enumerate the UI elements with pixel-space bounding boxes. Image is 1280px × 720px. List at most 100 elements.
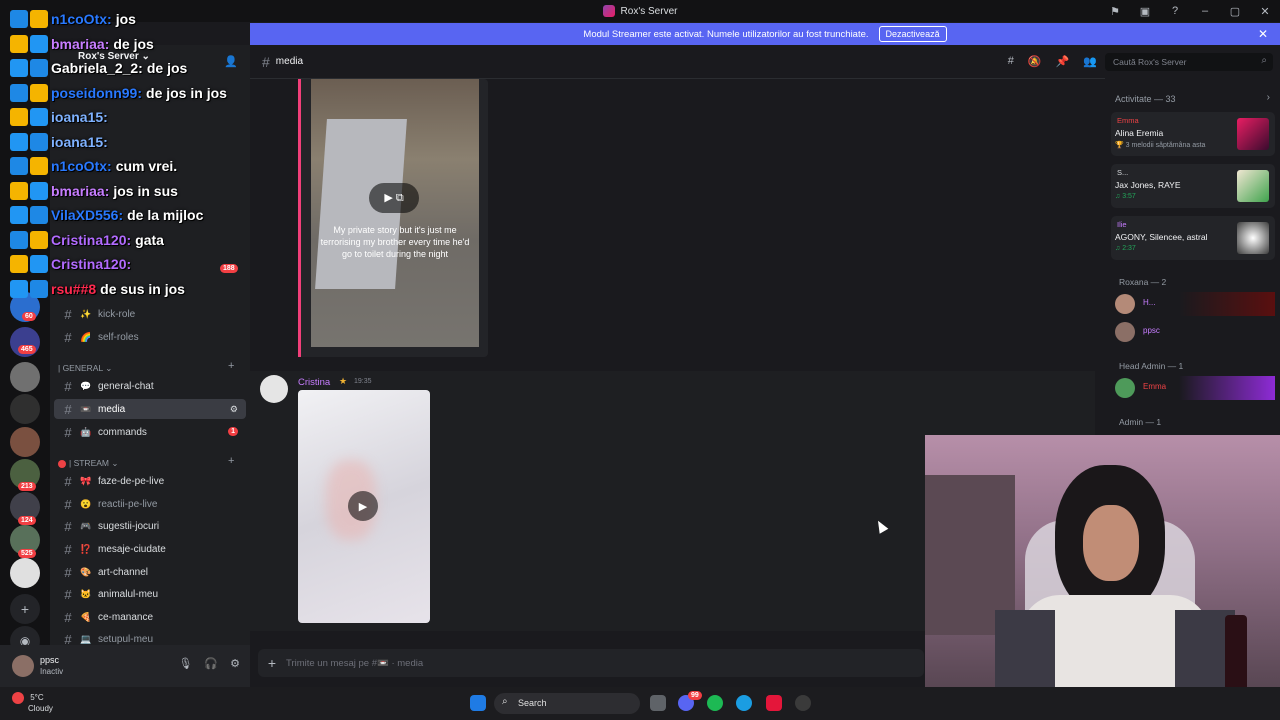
server-icon-3[interactable]	[10, 362, 40, 392]
stream-chat-overlay: n1coOtx: jos bmariaa: de jos Gabriela_2_2: de…	[10, 8, 310, 308]
category-stream[interactable]: | STREAM ⌄	[58, 458, 118, 469]
taskbar-search[interactable]: ⌕ Search	[494, 693, 640, 714]
chevron-right-icon[interactable]: ›	[1267, 92, 1270, 103]
add-server-icon[interactable]: +	[10, 594, 40, 624]
message-composer[interactable]: + Trimite un mesaj pe #📼 · media	[258, 649, 924, 677]
inbox-icon[interactable]: ⚑	[1100, 0, 1130, 22]
weather-condition: Cloudy	[28, 704, 53, 713]
rainbow-icon: 🌈	[80, 331, 92, 342]
headphones-icon[interactable]: 🎧	[204, 657, 218, 670]
close-button[interactable]: ✕	[1250, 0, 1280, 22]
help-icon[interactable]: ?	[1160, 0, 1190, 22]
threads-icon[interactable]: #	[1008, 55, 1014, 68]
chat-badge-icon	[30, 10, 48, 28]
avatar[interactable]	[12, 655, 34, 677]
channel-general-chat[interactable]: # 💬 general-chat	[54, 376, 246, 396]
settings-icon[interactable]: ⚙	[230, 657, 240, 670]
message-time: 19:35	[354, 378, 372, 385]
banner-text: Modul Streamer este activat. Numele util…	[583, 28, 869, 40]
channel-commands[interactable]: # 🤖 commands 1	[54, 422, 246, 442]
webcam-feed	[925, 435, 1280, 720]
role-header: Head Admin — 1	[1119, 361, 1184, 371]
task-view-icon[interactable]	[650, 695, 666, 711]
channel-reactii-pe-live[interactable]: # 😮 reactii-pe-live	[54, 494, 246, 514]
obs-icon[interactable]	[795, 695, 811, 711]
user-status: Inactiv	[40, 667, 64, 676]
surprised-icon: 😮	[80, 498, 92, 509]
weather-widget[interactable]: 5°C Cloudy	[12, 692, 53, 714]
screen-icon[interactable]: ▣	[1130, 0, 1160, 22]
server-icon-5[interactable]	[10, 427, 40, 457]
server-icon-4[interactable]	[10, 394, 40, 424]
channel-ce-manance[interactable]: # 🍕 ce-manance	[54, 607, 246, 627]
activity-card[interactable]: Ilie AGONY, Silencee, astral ♫ 2:37	[1111, 216, 1275, 260]
play-icon[interactable]: ▶ ⧉	[369, 183, 419, 213]
close-icon[interactable]: ✕	[1258, 27, 1268, 41]
window-title: Rox's Server	[620, 5, 678, 17]
search-input[interactable]: Caută Rox's Server ⌕	[1105, 53, 1273, 71]
member-item[interactable]: H...	[1115, 292, 1275, 316]
stream-chat-line: VilaXD556: de la mijloc	[10, 204, 203, 226]
chat-username: Gabriela_2_2:	[51, 60, 143, 76]
chat-badge-icon	[10, 132, 28, 151]
channel-mesaje-ciudate[interactable]: # ⁉️ mesaje-ciudate	[54, 539, 246, 559]
settings-icon[interactable]: ⚙	[230, 404, 238, 415]
username: ppsc	[40, 655, 60, 665]
avatar[interactable]	[260, 375, 288, 403]
mute-icon[interactable]: 🔕	[1028, 55, 1042, 68]
minimize-button[interactable]: –	[1190, 0, 1220, 22]
maximize-button[interactable]: ▢	[1220, 0, 1250, 22]
attach-icon[interactable]: +	[258, 655, 286, 671]
channel-animalul-meu[interactable]: # 🐱 animalul-meu	[54, 584, 246, 604]
chat-username: n1coOtx:	[51, 158, 112, 174]
channel-media[interactable]: # 📼 media ⚙	[54, 399, 246, 419]
user-panel: ppsc Inactiv 🎙 🎧 ⚙	[0, 645, 250, 687]
message-author[interactable]: Cristina	[298, 377, 330, 388]
pin-icon[interactable]: 📌	[1056, 55, 1070, 68]
palette-icon: 🎨	[80, 566, 92, 577]
album-art	[1237, 222, 1269, 254]
chat-badge-icon	[30, 59, 48, 77]
robot-icon: 🤖	[80, 426, 92, 437]
chat-badge-icon	[10, 83, 28, 102]
member-item[interactable]: ppsc	[1115, 320, 1275, 344]
disable-streamer-button[interactable]: Dezactivează	[878, 26, 947, 42]
channel-label: general-chat	[98, 380, 154, 392]
hash-icon: #	[64, 541, 72, 557]
hash-icon: #	[64, 401, 72, 417]
chat-badges	[10, 255, 48, 273]
category-general[interactable]: | GENERAL ⌄	[58, 363, 112, 374]
category-label: | GENERAL ⌄	[58, 363, 113, 373]
member-item[interactable]: Emma	[1115, 376, 1275, 400]
hash-icon: #	[64, 473, 72, 489]
add-channel-icon[interactable]: +	[228, 360, 234, 372]
server-icon-9[interactable]	[10, 558, 40, 588]
gamepad-icon: 🎮	[80, 520, 92, 531]
server-badge-124: 124	[18, 516, 36, 525]
spotify-icon[interactable]	[707, 695, 723, 711]
channel-art-channel[interactable]: # 🎨 art-channel	[54, 562, 246, 582]
members-icon[interactable]: 👥	[1083, 55, 1097, 68]
video-attachment[interactable]: ▶	[298, 390, 430, 623]
microphone-icon[interactable]: 🎙	[178, 657, 192, 670]
channel-sugestii-jocuri[interactable]: # 🎮 sugestii-jocuri	[54, 516, 246, 536]
channel-self-roles[interactable]: # 🌈 self-roles	[54, 327, 246, 347]
add-channel-icon[interactable]: +	[228, 455, 234, 467]
chat-username: ioana15:	[51, 133, 108, 150]
edge-icon[interactable]	[736, 695, 752, 711]
play-icon[interactable]: ▶	[348, 491, 378, 521]
chat-badge-icon	[10, 108, 28, 126]
app-icon[interactable]	[766, 695, 782, 711]
activity-card[interactable]: S... Jax Jones, RAYE ♫ 3:57	[1111, 164, 1275, 208]
channel-faze-de-pe-live[interactable]: # 🎀 faze-de-pe-live	[54, 471, 246, 491]
channel-label: reactii-pe-live	[98, 498, 158, 510]
chat-badge-icon	[30, 34, 48, 53]
chat-badges	[10, 59, 48, 77]
start-icon[interactable]	[470, 695, 486, 711]
hash-icon: #	[64, 586, 72, 602]
chat-message-text: de la mijloc	[127, 207, 204, 223]
video-thumbnail[interactable]: ▶ ⧉ My private story but it's just me te…	[311, 79, 479, 347]
activity-card[interactable]: Emma Alina Eremia 🏆 3 melodii săptămâna …	[1111, 112, 1275, 156]
user-info[interactable]: ppsc Inactiv	[40, 655, 63, 677]
discord-badge: 99	[688, 691, 702, 700]
